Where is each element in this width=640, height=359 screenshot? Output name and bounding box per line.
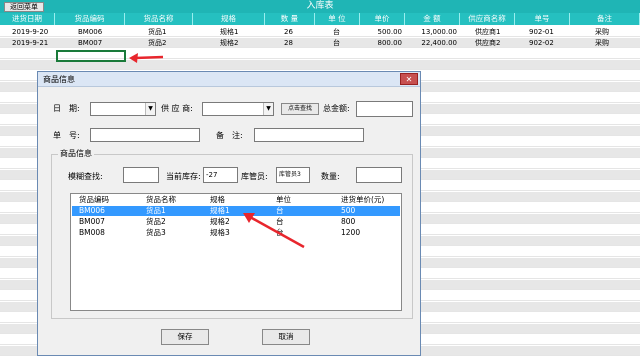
cell-order-no[interactable]: 902-01 (529, 27, 564, 37)
sheet-title: 入库表 (306, 1, 334, 11)
table-row[interactable]: 2019-9-20 BM006 货品1 规格1 26 台 500.00 13,0… (0, 27, 640, 37)
list-cell-unit: 台 (276, 206, 284, 215)
list-cell-spec: 规格2 (210, 217, 230, 226)
list-header-name: 货品名称 (146, 195, 176, 204)
column-header[interactable]: 单价 (360, 13, 405, 25)
table-row[interactable]: 2019-9-21 BM007 货品2 规格2 28 台 800.00 22,4… (0, 38, 640, 48)
return-menu-button[interactable]: 返回菜单 (4, 2, 44, 12)
remark-field[interactable] (254, 128, 364, 142)
keeper-label: 库管员: (241, 172, 268, 181)
cell-qty[interactable]: 28 (284, 38, 304, 48)
list-cell-unit: 台 (276, 217, 284, 226)
cell-supplier[interactable]: 供应商2 (475, 38, 515, 48)
keeper-field: 库管员3 (276, 167, 310, 183)
list-cell-price: 800 (341, 217, 356, 226)
cell-amount[interactable]: 22,400.00 (405, 38, 457, 48)
column-header[interactable]: 货品编码 (55, 13, 125, 25)
list-item[interactable]: BM006 货品1 规格1 台 500 (72, 206, 400, 216)
group-title: 商品信息 (58, 149, 94, 159)
cell-code[interactable]: BM007 (78, 38, 118, 48)
product-info-dialog: 商品信息 ✕ 日 期: ▼ 供 应 商: ▼ 点击查找 总金额: 单 号: 备 … (37, 71, 421, 356)
quantity-input[interactable] (356, 167, 402, 183)
list-cell-unit: 台 (276, 228, 284, 237)
column-header[interactable]: 单号 (515, 13, 570, 25)
cell-date[interactable]: 2019-9-20 (12, 27, 57, 37)
cell-unit[interactable]: 台 (333, 38, 348, 48)
cell-price[interactable]: 800.00 (360, 38, 403, 48)
quantity-label: 数量: (321, 172, 340, 181)
list-cell-price: 500 (341, 206, 356, 215)
active-cell[interactable] (56, 50, 126, 62)
cell-order-no[interactable]: 902-02 (529, 38, 564, 48)
save-button[interactable]: 保存 (161, 329, 209, 345)
list-cell-spec: 规格1 (210, 206, 230, 215)
chevron-down-icon[interactable]: ▼ (145, 103, 155, 115)
list-header-price: 进货单价(元) (341, 195, 385, 204)
column-header[interactable]: 金 额 (405, 13, 460, 25)
total-amount-label: 总金额: (323, 104, 350, 113)
list-cell-code: BM006 (79, 206, 105, 215)
cancel-button[interactable]: 取消 (262, 329, 310, 345)
date-label: 日 期: (53, 104, 80, 113)
list-item[interactable]: BM008 货品3 规格3 台 1200 (72, 228, 400, 238)
column-header[interactable]: 进货日期 (0, 13, 55, 25)
supplier-combo[interactable]: ▼ (202, 102, 274, 116)
column-header[interactable]: 单 位 (315, 13, 360, 25)
remark-label: 备 注: (216, 131, 243, 140)
cell-price[interactable]: 500.00 (360, 27, 403, 37)
dialog-title: 商品信息 (43, 75, 75, 84)
list-header-code: 货品编码 (79, 195, 109, 204)
close-button[interactable]: ✕ (400, 73, 418, 85)
cell-unit[interactable]: 台 (333, 27, 348, 37)
cell-remark[interactable]: 采购 (595, 27, 625, 37)
total-amount-field[interactable] (356, 101, 413, 117)
fuzzy-search-label: 模糊查找: (68, 172, 103, 181)
list-header-unit: 单位 (276, 195, 291, 204)
list-cell-price: 1200 (341, 228, 361, 237)
list-item[interactable]: BM007 货品2 规格2 台 800 (72, 217, 400, 227)
order-no-field[interactable] (90, 128, 200, 142)
list-cell-code: BM007 (79, 217, 105, 226)
list-cell-name: 货品2 (146, 217, 166, 226)
cell-spec[interactable]: 规格1 (220, 27, 260, 37)
cell-name[interactable]: 货品2 (148, 38, 188, 48)
cell-qty[interactable]: 26 (284, 27, 304, 37)
cell-code[interactable]: BM006 (78, 27, 118, 37)
sheet-title-bar: 返回菜单 入库表 (0, 0, 640, 13)
list-header-spec: 规格 (210, 195, 225, 204)
order-no-label: 单 号: (53, 131, 80, 140)
cell-supplier[interactable]: 供应商1 (475, 27, 515, 37)
list-cell-name: 货品1 (146, 206, 166, 215)
column-header[interactable]: 供应商名称 (460, 13, 515, 25)
dialog-title-bar[interactable]: 商品信息 ✕ (38, 72, 420, 87)
cell-remark[interactable]: 采购 (595, 38, 625, 48)
list-cell-name: 货品3 (146, 228, 166, 237)
sheet-header-row: 进货日期 货品编码 货品名称 规格 数 量 单 位 单价 金 额 供应商名称 单… (0, 13, 640, 25)
cell-date[interactable]: 2019-9-21 (12, 38, 57, 48)
search-button[interactable]: 点击查找 (281, 103, 319, 115)
list-cell-code: BM008 (79, 228, 105, 237)
column-header[interactable]: 数 量 (265, 13, 315, 25)
list-cell-spec: 规格3 (210, 228, 230, 237)
product-listbox[interactable]: 货品编码 货品名称 规格 单位 进货单价(元) BM006 货品1 规格1 台 … (70, 193, 402, 311)
current-stock-label: 当前库存: (166, 172, 201, 181)
chevron-down-icon[interactable]: ▼ (263, 103, 273, 115)
cell-spec[interactable]: 规格2 (220, 38, 260, 48)
column-header[interactable]: 备注 (570, 13, 640, 25)
cell-name[interactable]: 货品1 (148, 27, 188, 37)
column-header[interactable]: 货品名称 (125, 13, 193, 25)
supplier-label: 供 应 商: (161, 104, 193, 113)
column-header[interactable]: 规格 (193, 13, 265, 25)
cell-amount[interactable]: 13,000.00 (405, 27, 457, 37)
current-stock-field: -27 (203, 167, 238, 183)
date-combo[interactable]: ▼ (90, 102, 156, 116)
fuzzy-search-input[interactable] (123, 167, 159, 183)
